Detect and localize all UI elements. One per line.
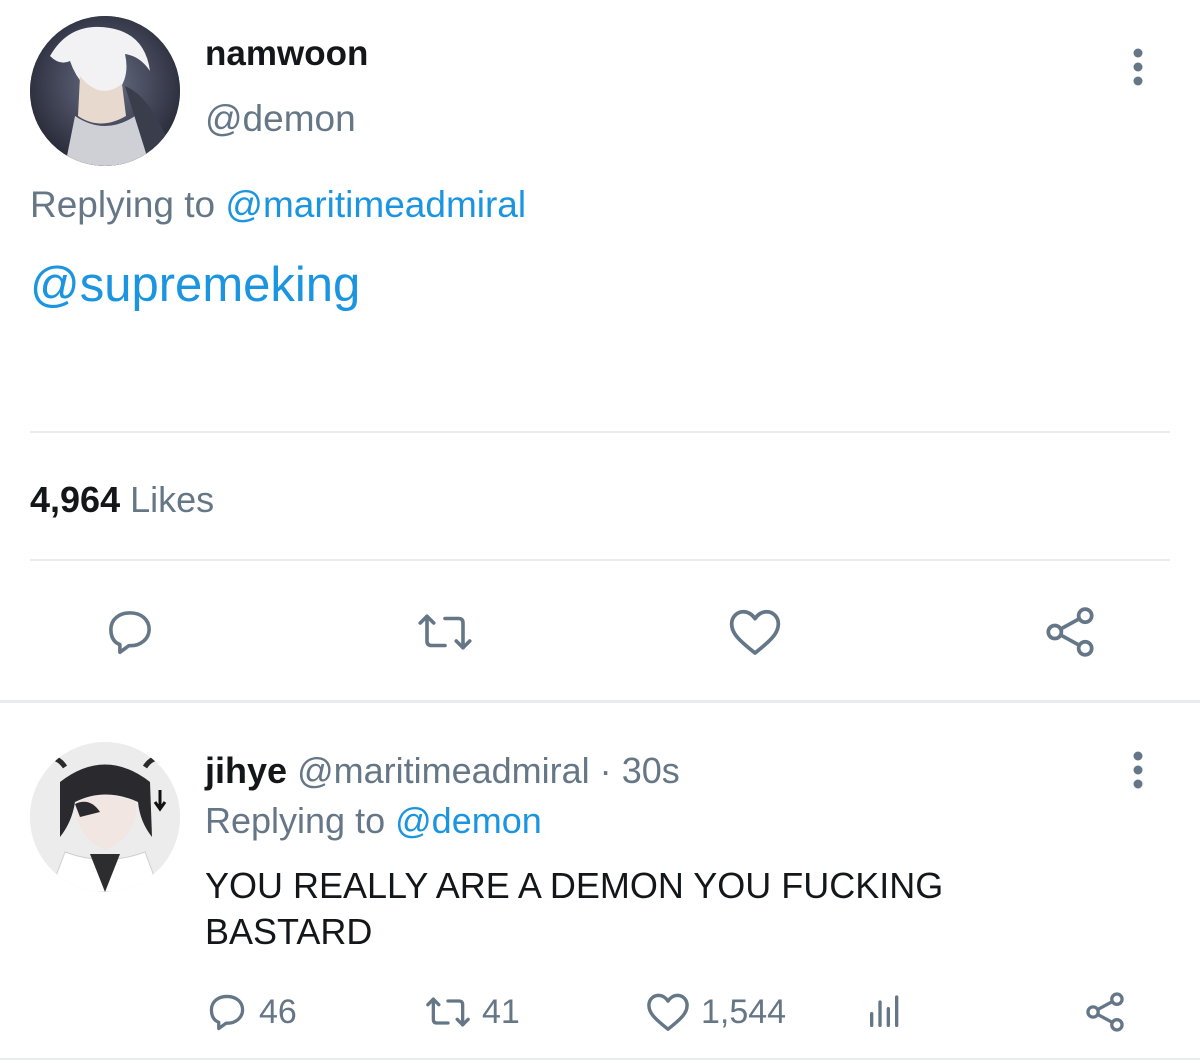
heart-icon[interactable] bbox=[725, 602, 785, 662]
analytics-icon[interactable] bbox=[862, 990, 908, 1034]
timestamp[interactable]: 30s bbox=[622, 750, 680, 791]
like-count: 1,544 bbox=[701, 992, 787, 1031]
author-name[interactable]: namwoon bbox=[205, 34, 368, 74]
reply-text: YOU REALLY ARE A DEMON YOU FUCKING BASTA… bbox=[205, 865, 944, 952]
reply-icon[interactable] bbox=[100, 602, 160, 662]
share-icon[interactable] bbox=[1080, 988, 1130, 1036]
author-name[interactable]: jihye bbox=[205, 750, 287, 791]
share-icon[interactable] bbox=[1040, 600, 1100, 664]
replying-to-line: Replying to @demon bbox=[205, 800, 542, 842]
replying-to-label: Replying to bbox=[205, 800, 386, 841]
likes-stat[interactable]: 4,964 Likes bbox=[30, 479, 214, 521]
reply-header: jihye @maritimeadmiral · 30s bbox=[205, 750, 680, 792]
reply-count: 46 bbox=[259, 992, 297, 1031]
more-vertical-icon[interactable] bbox=[1118, 748, 1158, 792]
heart-icon bbox=[645, 991, 691, 1033]
author-handle[interactable]: @maritimeadmiral bbox=[297, 750, 590, 791]
section-separator bbox=[0, 700, 1200, 703]
replying-to-handle[interactable]: @demon bbox=[395, 800, 542, 841]
replying-to-label: Replying to bbox=[30, 184, 216, 225]
like-action[interactable]: 1,544 bbox=[645, 990, 786, 1034]
avatar[interactable] bbox=[30, 742, 180, 892]
retweet-icon bbox=[422, 990, 474, 1034]
likes-label: Likes bbox=[130, 479, 215, 520]
retweet-count: 41 bbox=[482, 992, 520, 1031]
bottom-divider bbox=[0, 1058, 1200, 1060]
reply-action[interactable]: 46 bbox=[205, 990, 297, 1034]
author-handle[interactable]: @demon bbox=[205, 98, 356, 140]
reply-icon bbox=[205, 990, 249, 1034]
more-vertical-icon[interactable] bbox=[1118, 45, 1158, 89]
tweet-body-mention[interactable]: @supremeking bbox=[30, 257, 360, 313]
replying-to-handle[interactable]: @maritimeadmiral bbox=[225, 184, 526, 225]
retweet-icon[interactable] bbox=[410, 602, 480, 662]
avatar[interactable] bbox=[30, 16, 180, 166]
likes-count: 4,964 bbox=[30, 479, 121, 520]
divider bbox=[30, 559, 1170, 561]
dot-separator: · bbox=[599, 750, 612, 791]
divider bbox=[30, 431, 1170, 433]
retweet-action[interactable]: 41 bbox=[422, 990, 520, 1034]
replying-to-line: Replying to @maritimeadmiral bbox=[30, 184, 526, 226]
